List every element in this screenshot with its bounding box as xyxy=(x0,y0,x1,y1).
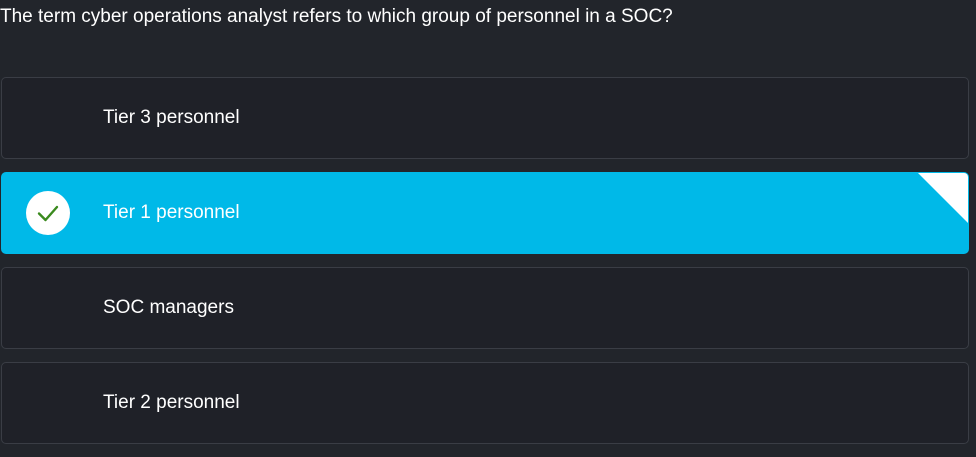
answer-option-label: SOC managers xyxy=(103,297,234,318)
selected-corner-marker xyxy=(918,173,968,223)
answer-option-tier-3[interactable]: Tier 3 personnel xyxy=(1,77,969,159)
question-text: The term cyber operations analyst refers… xyxy=(0,6,673,27)
answer-options: Tier 3 personnel Tier 1 personnel SOC ma… xyxy=(1,77,969,457)
answer-option-tier-2[interactable]: Tier 2 personnel xyxy=(1,362,969,444)
answer-option-tier-1[interactable]: Tier 1 personnel xyxy=(1,172,969,254)
checkmark-icon xyxy=(26,191,70,235)
answer-option-soc-managers[interactable]: SOC managers xyxy=(1,267,969,349)
answer-option-label: Tier 2 personnel xyxy=(103,392,240,413)
answer-option-label: Tier 3 personnel xyxy=(103,107,240,128)
answer-option-label: Tier 1 personnel xyxy=(103,202,240,223)
